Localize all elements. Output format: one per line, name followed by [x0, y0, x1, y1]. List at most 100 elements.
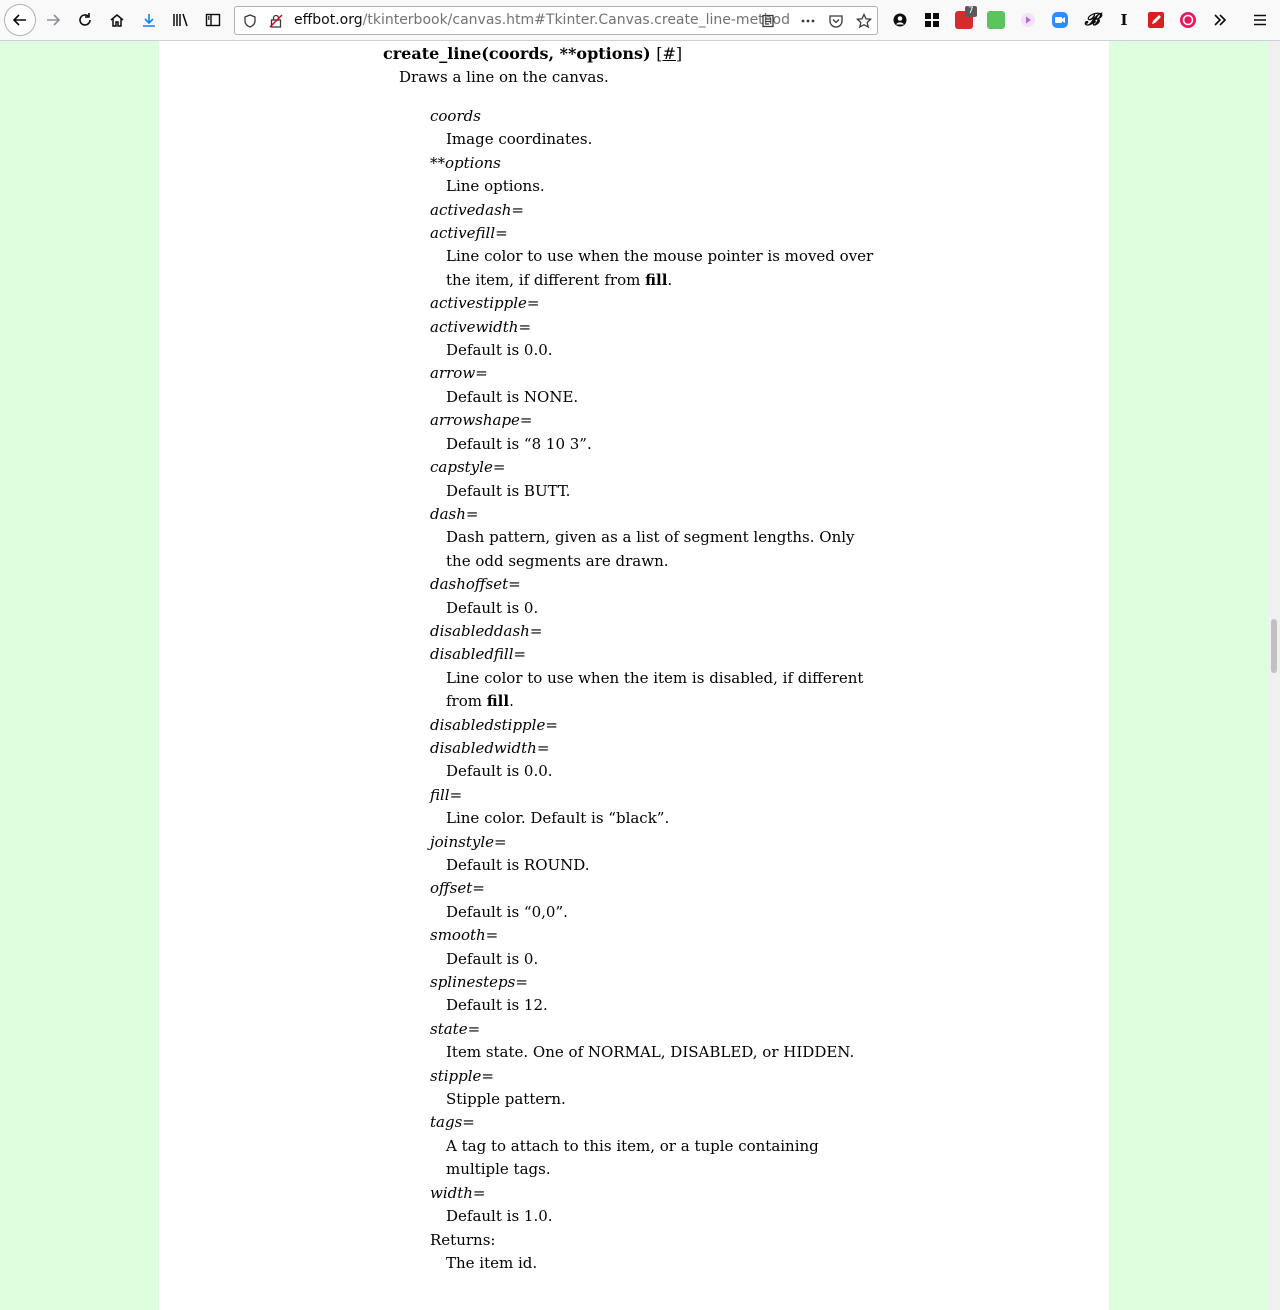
option-description: Stipple pattern.	[446, 1088, 880, 1111]
download-icon	[143, 14, 155, 27]
option-name: arrow=	[430, 364, 488, 383]
option-name: arrowshape=	[430, 411, 533, 430]
option-description-text: Image coordinates.	[446, 130, 593, 149]
home-button[interactable]	[103, 6, 131, 34]
arrow-right-icon	[47, 14, 61, 26]
anchor: [#]	[656, 44, 683, 63]
option-description-text: Default is 0.	[446, 598, 539, 617]
option-name: activewidth=	[430, 317, 532, 336]
double-chevron-right-icon	[1214, 14, 1227, 26]
green-extension-icon[interactable]	[987, 11, 1005, 29]
option-description: Dash pattern, given as a list of segment…	[446, 526, 880, 573]
insecure-lock-icon[interactable]	[268, 13, 284, 29]
option-name: disabledstipple=	[430, 715, 558, 734]
option-name: dash=	[430, 504, 479, 523]
option-name: disableddash=	[430, 621, 543, 640]
grid-icon	[925, 13, 939, 27]
page-scrollbar[interactable]	[1268, 41, 1280, 1310]
option-description: Item state. One of NORMAL, DISABLED, or …	[446, 1041, 880, 1064]
option-description-text: Default is NONE.	[446, 387, 579, 406]
script-b-extension-button[interactable]: 𝓑	[1078, 6, 1106, 34]
option-description-text: Default is 1.0.	[446, 1207, 553, 1226]
option-name: width=	[430, 1183, 486, 1202]
i-extension-button[interactable]: I	[1110, 6, 1138, 34]
option-name: smooth=	[430, 926, 499, 945]
options-list: coords Image coordinates. **options Line op…	[430, 105, 880, 1275]
downloads-button[interactable]	[135, 6, 163, 34]
pink-extension-button[interactable]	[1174, 6, 1202, 34]
arrow-left-icon	[12, 14, 26, 26]
option-name: activedash=	[430, 200, 524, 219]
address-bar[interactable]: effbot.org/tkinterbook/canvas.htm#Tkinte…	[234, 6, 878, 35]
option-description: Line color to use when the item is disab…	[446, 667, 880, 714]
option-name: state=	[430, 1019, 481, 1038]
option-description-text: Default is BUTT.	[446, 481, 571, 500]
option-name: offset=	[430, 879, 485, 898]
browser-toolbar: effbot.org/tkinterbook/canvas.htm#Tkinte…	[0, 0, 1280, 41]
option-description-text: A tag to attach to this item, or a tuple…	[446, 1136, 819, 1179]
option-description-text: Default is 0.0.	[446, 762, 553, 781]
returns-description: The item id.	[446, 1253, 538, 1272]
option-name: disabledwidth=	[430, 738, 550, 757]
library-icon	[173, 13, 188, 27]
option-description: Line color to use when the mouse pointer…	[446, 245, 880, 292]
url-host: effbot.org	[294, 12, 363, 28]
option-description-text: Default is 0.0.	[446, 341, 553, 360]
option-description: A tag to attach to this item, or a tuple…	[446, 1135, 880, 1182]
sidebar-button[interactable]	[199, 6, 227, 34]
extension-badge: 7	[965, 6, 977, 17]
option-name: disabledfill=	[430, 645, 527, 664]
url-text[interactable]: effbot.org/tkinterbook/canvas.htm#Tkinte…	[294, 7, 790, 34]
option-description-text: Dash pattern, given as a list of segment…	[446, 528, 855, 570]
reader-view-icon[interactable]	[760, 13, 776, 29]
option-name: activefill=	[430, 224, 508, 243]
option-description-text: Item state. One of NORMAL, DISABLED, or …	[446, 1043, 855, 1062]
permalink-link[interactable]: #	[662, 44, 675, 63]
hamburger-menu-button[interactable]	[1246, 6, 1274, 34]
option-description: Default is “8 10 3”.	[446, 433, 880, 456]
tracking-protection-icon[interactable]	[242, 13, 258, 29]
option-name: coords	[430, 107, 481, 125]
option-description: Default is 12.	[446, 994, 880, 1017]
option-description-tail: .	[509, 692, 514, 711]
option-description: Image coordinates.	[446, 128, 880, 151]
option-name: capstyle=	[430, 458, 506, 477]
script-b-icon: 𝓑	[1084, 10, 1100, 30]
sidebar-icon	[205, 13, 221, 27]
option-description: Line options.	[446, 175, 880, 198]
scrollbar-thumb[interactable]	[1271, 619, 1277, 673]
play-icon	[1021, 13, 1035, 27]
method-description: Draws a line on the canvas.	[399, 68, 609, 86]
option-name: **options	[430, 153, 501, 172]
option-description: Line color. Default is “black”.	[446, 807, 880, 830]
zoom-extension-button[interactable]	[1046, 6, 1074, 34]
option-description: Default is “0,0”.	[446, 901, 880, 924]
circle-logo-icon	[1180, 12, 1196, 28]
page-actions-icon[interactable]	[800, 13, 816, 29]
forward-button[interactable]	[39, 6, 67, 34]
overflow-menu-button[interactable]	[1206, 6, 1234, 34]
option-name: dashoffset=	[430, 575, 521, 594]
option-description: Default is 0.	[446, 597, 880, 620]
option-name: activestipple=	[430, 294, 540, 313]
media-extension-button[interactable]	[1014, 6, 1042, 34]
bookmark-star-icon[interactable]	[856, 13, 872, 29]
home-icon	[110, 14, 124, 27]
option-description: Default is 0.0.	[446, 339, 880, 362]
option-description: Default is 1.0.	[446, 1205, 880, 1228]
option-description-text: Default is 0.	[446, 949, 539, 968]
option-description: Default is NONE.	[446, 386, 880, 409]
back-button[interactable]	[4, 4, 36, 36]
reload-button[interactable]	[71, 6, 99, 34]
extensions-grid-button[interactable]	[918, 6, 946, 34]
library-button[interactable]	[167, 6, 195, 34]
option-description: Default is 0.	[446, 948, 880, 971]
option-description-text: Default is “8 10 3”.	[446, 434, 592, 453]
red-pen-extension-button[interactable]	[1142, 6, 1170, 34]
video-camera-icon	[1052, 12, 1068, 28]
pocket-icon[interactable]	[828, 13, 844, 29]
option-description-text: Line options.	[446, 177, 545, 196]
option-description: Default is 0.0.	[446, 760, 880, 783]
option-description: Default is BUTT.	[446, 480, 880, 503]
account-button[interactable]	[886, 6, 914, 34]
